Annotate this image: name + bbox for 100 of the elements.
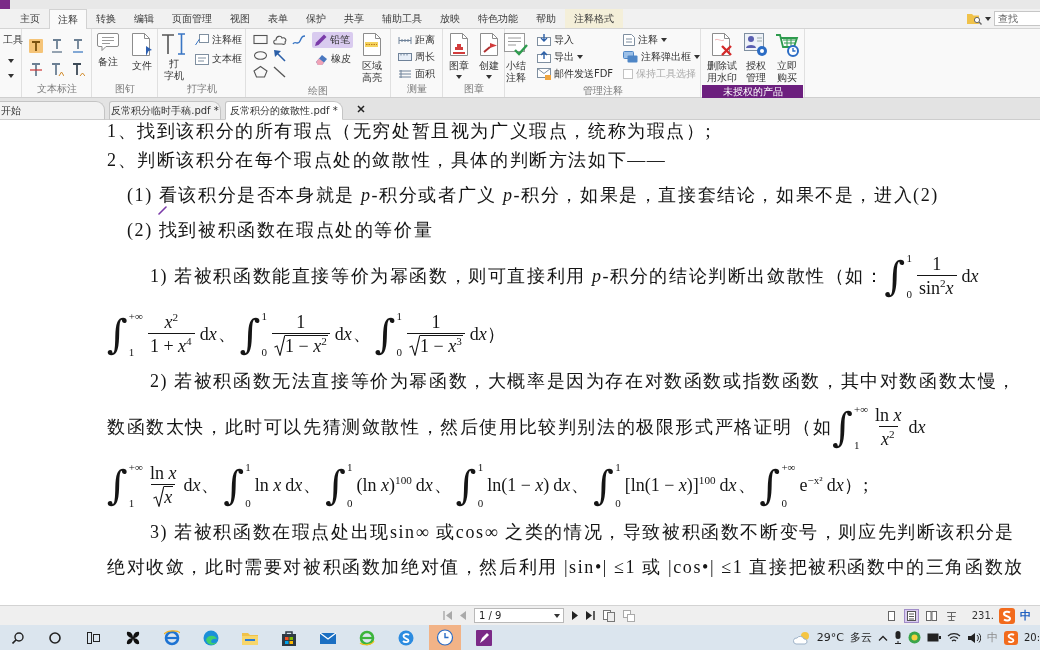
- comment-popup-button[interactable]: 注释弹出框: [620, 49, 704, 65]
- stamp-page-icon: [448, 33, 469, 57]
- menu-tab[interactable]: 放映: [431, 9, 469, 28]
- document-tab[interactable]: 反常积分临时手稿.pdf *: [109, 101, 221, 120]
- flag-page-icon: [478, 33, 499, 57]
- caret-down-icon[interactable]: [985, 16, 991, 21]
- text-box-button[interactable]: 文本框: [191, 51, 245, 67]
- menu-tab[interactable]: 共享: [335, 9, 373, 28]
- task-view-icon[interactable]: [87, 631, 100, 644]
- license-banner: 未授权的产品: [702, 85, 803, 99]
- clock-face-icon[interactable]: [428, 625, 461, 650]
- close-icon[interactable]: [357, 104, 365, 113]
- rectangle-icon[interactable]: [252, 33, 268, 46]
- caret-down-icon[interactable]: [8, 74, 14, 78]
- menu-tab[interactable]: 帮助: [527, 9, 565, 28]
- squiggle-icon[interactable]: [290, 33, 306, 46]
- distance-button[interactable]: 距离: [395, 32, 438, 48]
- line-icon[interactable]: [271, 65, 287, 78]
- battery-icon[interactable]: [927, 633, 941, 642]
- folder-search-icon[interactable]: [967, 12, 982, 25]
- tools-button[interactable]: 工具: [0, 32, 26, 48]
- input-mode-text[interactable]: 中: [1020, 608, 1031, 623]
- underline-t-icon[interactable]: [49, 39, 64, 53]
- export-button[interactable]: 导出: [533, 49, 586, 65]
- paragraph-text: (1) 看该积分是否本身就是 p-积分或者广义 p-积分，如果是，直接套结论，如果不是，进入(2): [127, 183, 939, 207]
- pen-tile-icon[interactable]: [475, 629, 492, 646]
- insert-t-icon[interactable]: [70, 63, 85, 77]
- clock-text[interactable]: 20:: [1024, 632, 1040, 643]
- stamp-button[interactable]: 图章: [446, 32, 471, 80]
- page-number-field[interactable]: 1 / 9: [474, 608, 564, 623]
- area-highlight-button[interactable]: 区域 高亮: [360, 32, 384, 85]
- group-label: 打字机: [186, 83, 217, 95]
- area-button[interactable]: 面积: [395, 66, 438, 82]
- browser-e-icon[interactable]: [163, 629, 180, 646]
- replace-t-icon[interactable]: [49, 63, 64, 77]
- highlighted-page-icon: [362, 33, 382, 57]
- underline-t-icon[interactable]: [70, 39, 85, 53]
- strikeout-t-icon[interactable]: [28, 63, 43, 77]
- browser-wave-icon[interactable]: [202, 629, 219, 646]
- document-tab[interactable]: 开始: [0, 101, 105, 120]
- group-label: 图章: [463, 82, 484, 95]
- menu-tab[interactable]: 主页: [11, 9, 49, 28]
- pinwheel-icon[interactable]: [124, 629, 141, 646]
- file-button[interactable]: 文件: [128, 32, 155, 73]
- shopping-bag-icon[interactable]: [280, 629, 297, 646]
- search-field[interactable]: 查找: [994, 11, 1040, 26]
- perimeter-button[interactable]: 周长: [395, 49, 438, 65]
- menu-tab[interactable]: 特色功能: [469, 9, 527, 28]
- eraser-button[interactable]: 橡皮: [312, 51, 354, 67]
- document-tab[interactable]: 反常积分的敛散性.pdf *: [225, 101, 343, 120]
- import-button[interactable]: 导入: [533, 32, 577, 48]
- menu-tab[interactable]: 转换: [87, 9, 125, 28]
- wifi-icon[interactable]: [947, 632, 961, 643]
- caret-down-icon: [576, 55, 583, 59]
- menu-tab[interactable]: 页面管理: [163, 9, 221, 28]
- highlight-t-icon[interactable]: [28, 39, 43, 53]
- next-page-icon[interactable]: [572, 611, 578, 620]
- chevron-up-icon[interactable]: [878, 634, 888, 641]
- paragraph-text: 3) 若被积函数在瑕点处出现sin∞ 或cos∞ 之类的情况，导致被积函数不断变号，则应先判断该积分是: [150, 520, 1015, 544]
- speaker-icon[interactable]: [967, 631, 981, 644]
- microphone-icon[interactable]: [894, 631, 902, 644]
- round-logo-icon[interactable]: [397, 629, 414, 646]
- callout-button[interactable]: 注释框: [191, 32, 245, 48]
- menu-tab[interactable]: 表单: [259, 9, 297, 28]
- search-icon[interactable]: [11, 631, 24, 644]
- caret-down-icon[interactable]: [554, 614, 560, 618]
- page-layout-icon[interactable]: [603, 609, 615, 622]
- app-logo-icon: [0, 0, 10, 9]
- menu-tab[interactable]: 保护: [297, 9, 335, 28]
- ring-icon[interactable]: [48, 631, 61, 644]
- group-label: 文本标注: [36, 82, 77, 95]
- arrow-icon[interactable]: [271, 49, 287, 62]
- ellipse-icon[interactable]: [252, 49, 268, 62]
- email-fdf-button[interactable]: 邮件发送FDF: [533, 66, 617, 82]
- pentagon-icon[interactable]: [252, 65, 268, 78]
- export-icon: [536, 51, 551, 63]
- menu-tab[interactable]: 注释: [49, 9, 87, 29]
- license-button[interactable]: 授权 管理: [741, 32, 770, 85]
- input-method-logo-icon[interactable]: [999, 607, 1015, 624]
- caret-down-icon[interactable]: [8, 59, 14, 63]
- menu-tab[interactable]: 编辑: [125, 9, 163, 28]
- menu-tab[interactable]: 注释格式: [565, 9, 623, 28]
- buy-button[interactable]: 立即 购买: [772, 32, 801, 85]
- remove-watermark-button[interactable]: 删除试 用水印: [704, 32, 739, 85]
- menu-tab[interactable]: 辅助工具: [373, 9, 431, 28]
- menu-tab[interactable]: 视图: [221, 9, 259, 28]
- input-method-logo-icon[interactable]: [1004, 630, 1018, 645]
- facing-pages-icon[interactable]: [923, 608, 939, 623]
- cloud-icon[interactable]: [271, 33, 287, 46]
- import-icon: [536, 34, 551, 46]
- pencil-button[interactable]: 铅笔: [312, 32, 353, 48]
- note-button[interactable]: 备注: [94, 32, 121, 69]
- id-card-gear-icon: [743, 33, 768, 57]
- zoom-level-text: 231.: [971, 610, 994, 621]
- punctuation-mark: 、: [217, 323, 236, 346]
- caret-down-icon: [485, 75, 492, 79]
- continuous-page-icon[interactable]: [903, 608, 919, 623]
- comments-button[interactable]: 注释: [620, 32, 671, 48]
- create-stamp-button[interactable]: 创建: [476, 32, 501, 80]
- last-page-icon[interactable]: [586, 611, 595, 620]
